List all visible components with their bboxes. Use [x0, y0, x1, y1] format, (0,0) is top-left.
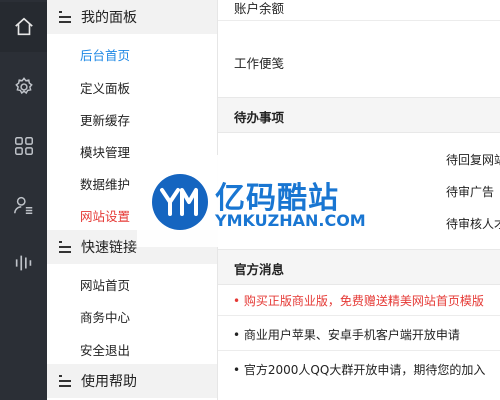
todo-item[interactable]: 待回复网站 — [446, 151, 500, 168]
todo-section-header: 待办事项 — [218, 97, 500, 133]
news-item[interactable]: • 购买正版商业版，免费赠送精美网站首页模版 — [233, 292, 484, 309]
sidebar-item-business-center[interactable]: 商务中心 — [80, 307, 130, 326]
menu-icon — [59, 241, 71, 253]
sidebar-item-data-maintenance[interactable]: 数据维护 — [80, 174, 130, 193]
sidebar-item-site-settings[interactable]: 网站设置 — [80, 206, 130, 225]
watermark-url: YMKUZHAN.COM — [215, 211, 366, 230]
news-title: 官方消息 — [234, 262, 285, 277]
user-list-icon[interactable] — [0, 180, 47, 230]
menu-icon — [59, 11, 71, 23]
news-item[interactable]: • 官方2000人QQ大群开放申请，期待您的加入 — [233, 361, 485, 378]
divider — [218, 20, 500, 21]
sidebar-item-home[interactable]: 后台首页 — [80, 45, 130, 64]
gear-icon[interactable] — [0, 62, 47, 112]
home-icon[interactable] — [0, 2, 47, 52]
menu-icon — [59, 375, 71, 387]
work-notes-label: 工作便笺 — [234, 56, 285, 71]
group-title: 快速链接 — [81, 240, 137, 256]
sidebar-item-logout[interactable]: 安全退出 — [80, 340, 130, 359]
group-help[interactable]: 使用帮助 — [47, 364, 217, 398]
sidebar-item-custom-panel[interactable]: 定义面板 — [80, 78, 130, 97]
divider — [218, 315, 500, 316]
news-section-header: 官方消息 — [218, 249, 500, 285]
account-balance-label: 账户余额 — [234, 1, 285, 16]
todo-item[interactable]: 待审核人才 — [446, 215, 500, 232]
watermark: 亿码酷站 YMKUZHAN.COM — [137, 155, 369, 247]
divider — [218, 350, 500, 351]
group-title: 使用帮助 — [81, 374, 137, 390]
news-item[interactable]: • 商业用户苹果、安卓手机客户端开放申请 — [233, 326, 460, 343]
icon-rail — [0, 0, 47, 400]
sidebar-item-site-home[interactable]: 网站首页 — [80, 275, 130, 294]
sidebar-item-modules[interactable]: 模块管理 — [80, 142, 130, 161]
sidebar-item-refresh-cache[interactable]: 更新缓存 — [80, 110, 130, 129]
brand-logo-icon — [152, 174, 208, 230]
todo-title: 待办事项 — [234, 110, 285, 125]
grid-icon[interactable] — [0, 121, 47, 171]
group-title: 我的面板 — [81, 10, 137, 26]
group-my-panel[interactable]: 我的面板 — [47, 0, 217, 34]
todo-item[interactable]: 待审广告 — [446, 183, 494, 200]
bars-icon[interactable] — [0, 238, 47, 288]
